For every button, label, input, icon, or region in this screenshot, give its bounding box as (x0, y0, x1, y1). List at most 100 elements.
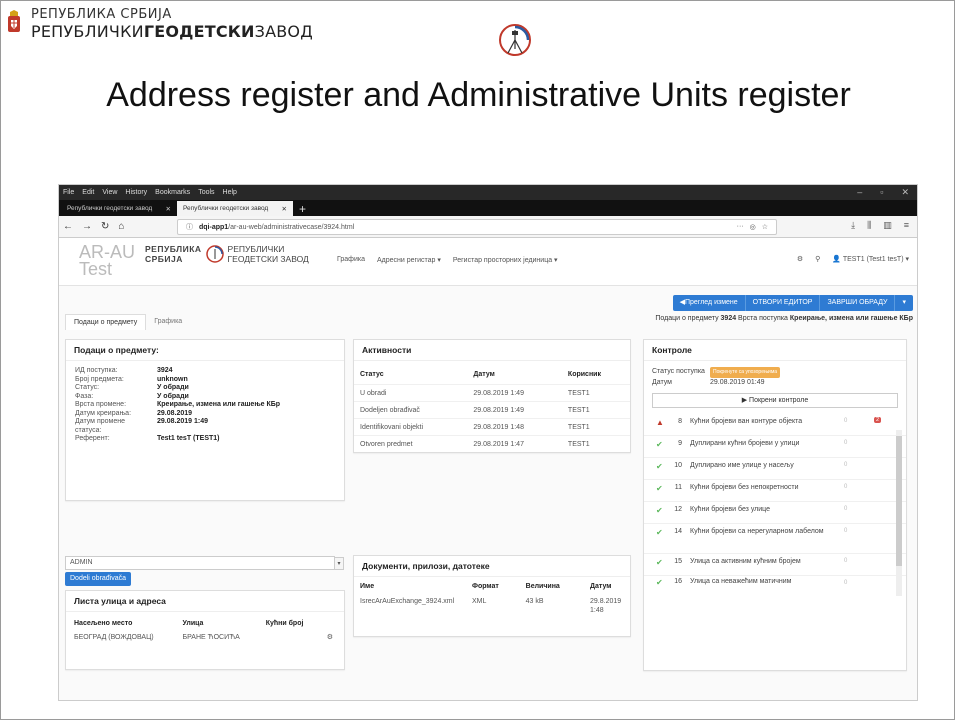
streets-table: Насељено место Улица Кућни број БЕОГРАД … (66, 612, 344, 644)
controls-panel-title: Контроле (644, 340, 906, 361)
table-row[interactable]: БЕОГРАД (ВОЖДОВАЦ) БРАНЕ ЋОСИЋА ⚙ (66, 630, 344, 644)
browser-tab-active[interactable]: Републички геодетски завод ✕ (177, 201, 293, 216)
table-row: U obradi 29.08.2019 1:49 TEST1 (354, 384, 630, 402)
home-icon[interactable]: ⌂ (118, 221, 124, 232)
scrollbar-thumb[interactable] (896, 436, 902, 566)
warning-icon: ▲ (656, 418, 664, 427)
column-header: Формат (472, 583, 499, 590)
user-menu[interactable]: 👤 TEST1 (Test1 tesT) ▾ (832, 255, 909, 263)
browser-tab[interactable]: Републички геодетски завод ✕ (61, 201, 177, 216)
edit-gear-icon[interactable]: ⚙ (319, 630, 344, 644)
nav-spatial-units-register[interactable]: Регистар просторних јединица ▾ (453, 256, 558, 264)
documents-panel: Документи, прилози, датотеке Име Формат … (353, 555, 631, 637)
control-row[interactable]: ✔ 11 Кућни бројеви без непокретности 0 (644, 480, 906, 502)
check-icon: ✔ (656, 578, 663, 586)
info-icon[interactable]: ⓘ (186, 222, 193, 232)
browser-menubar: File Edit View History Bookmarks Tools H… (59, 185, 917, 200)
assignee-select[interactable]: ADMIN ▾ (65, 556, 344, 570)
control-row[interactable]: ✔ 12 Кућни бројеви без улице 0 (644, 502, 906, 524)
controls-date-row: Датум 29.08.2019 01:49 (652, 379, 765, 386)
pocket-icon[interactable]: ◎ (750, 223, 756, 231)
org-line1: РЕПУБЛИКА СРБИЈА (31, 7, 172, 22)
library-icon[interactable]: ⫼ (867, 220, 871, 231)
subject-row: Фаза: У обради (75, 392, 189, 400)
subject-row: Врста промене: Креирање, измена или гашењ… (75, 401, 281, 408)
slide-title: Address register and Administrative Unit… (106, 76, 851, 114)
back-icon[interactable]: ← (63, 221, 73, 232)
sidebar-icon[interactable]: ▥ (883, 220, 892, 231)
controls-panel: Контроле Статус поступка Покренуте са упо… (643, 339, 907, 671)
streets-panel-title: Листа улица и адреса (66, 591, 344, 612)
app-header: AR-AU Test РЕПУБЛИКА СРБИЈА РЕПУБЛИЧКИ Г… (59, 238, 917, 286)
nav-graphics[interactable]: Графика (337, 256, 365, 264)
check-icon: ✔ (656, 484, 663, 493)
browser-screenshot: File Edit View History Bookmarks Tools H… (59, 185, 917, 700)
new-tab-icon[interactable]: + (293, 202, 312, 216)
menu-tools[interactable]: Tools (198, 189, 214, 196)
top-nav: Графика Адресни регистар ▾ Регистар прос… (337, 256, 558, 264)
settings-icon[interactable]: ⚙ (797, 255, 803, 263)
tab-graphics[interactable]: Графика (146, 314, 190, 330)
rgz-app-logo: РЕПУБЛИКА СРБИЈА РЕПУБЛИЧКИ ГЕОДЕТСКИ ЗА… (145, 244, 309, 264)
controls-scrollbar[interactable] (896, 430, 902, 596)
slide: РЕПУБЛИКА СРБИЈА РЕПУБЛИЧКИГЕОДЕТСКИЗАВО… (0, 0, 955, 720)
open-editor-button[interactable]: ОТВОРИ ЕДИТОР (746, 295, 821, 311)
error-count-badge: 2 (874, 417, 882, 423)
control-row[interactable]: ✔ 14 Кућни бројеви са нерегуларном лабелом… (644, 524, 906, 554)
table-row: Otvoren predmet 29.08.2019 1:47 TEST1 (354, 435, 630, 453)
page-actions-icon[interactable]: ··· (737, 223, 744, 231)
tab-close-icon[interactable]: ✕ (166, 205, 171, 213)
menu-help[interactable]: Help (223, 189, 237, 196)
assign-processor-button[interactable]: Dodeli obrađivača (65, 572, 132, 586)
user-icon: 👤 (832, 256, 842, 263)
subject-row: Референт: Test1 tesT (TEST1) (75, 435, 220, 442)
more-actions-button[interactable]: ▾ (895, 295, 913, 311)
control-row[interactable]: ✔ 15 Улица са активним кућним бројем 0 (644, 554, 906, 576)
menu-hamburger-icon[interactable]: ≡ (904, 220, 909, 231)
check-icon: ✔ (656, 558, 663, 567)
menu-view[interactable]: View (102, 189, 117, 196)
url-bar[interactable]: ⓘ dqi-app1/ar-au-web/administrativecase/… (177, 219, 777, 235)
control-row[interactable]: ✔ 16 Улица са неважећим матичним 0 (644, 576, 906, 586)
check-icon: ✔ (656, 462, 663, 471)
run-controls-button[interactable]: ▶ Покрени контроле (652, 393, 898, 408)
coat-of-arms-icon (8, 10, 20, 32)
column-header: Корисник (567, 371, 601, 378)
forward-icon[interactable]: → (82, 221, 92, 232)
bookmark-star-icon[interactable]: ☆ (762, 223, 768, 231)
subject-row: Датум креирања: 29.08.2019 (75, 409, 193, 417)
download-icon[interactable]: ⤓ (851, 220, 855, 231)
nav-address-register[interactable]: Адресни регистар ▾ (377, 256, 441, 264)
document-link[interactable]: IsrecArAuExchange_3924.xml (354, 594, 466, 618)
chevron-down-icon[interactable]: ▾ (334, 557, 344, 570)
close-icon[interactable]: ✕ (901, 187, 909, 198)
menu-history[interactable]: History (125, 189, 147, 196)
documents-table: Име Формат Величина Датум IsrecArAuExcha… (354, 577, 630, 618)
tab-close-icon[interactable]: ✕ (282, 205, 287, 213)
check-icon: ✔ (656, 528, 663, 537)
subject-row: статуса: (75, 426, 102, 434)
preview-changes-button[interactable]: ◀Преглед измене (673, 295, 746, 311)
control-row[interactable]: ✔ 10 Дуплирано име улице у насељу 0 (644, 458, 906, 480)
check-icon: ✔ (656, 506, 663, 515)
tab-subject-data[interactable]: Подаци о предмету (65, 314, 147, 330)
column-header: Улица (182, 620, 204, 627)
column-header: Статус (360, 371, 384, 378)
activities-panel-title: Активности (354, 340, 630, 361)
control-row[interactable]: ▲ 8 Кућни бројеви ван контуре објекта 0 2 (644, 414, 906, 436)
control-row[interactable]: ✔ 9 Дуплирани кућни бројеви у улици 0 (644, 436, 906, 458)
menu-file[interactable]: File (63, 189, 74, 196)
activities-table: Статус Датум Корисник U obradi 29.08.2019… (354, 361, 630, 453)
menu-edit[interactable]: Edit (82, 189, 94, 196)
rgz-header-logo: РЕПУБЛИКА СРБИЈА РЕПУБЛИЧКИГЕОДЕТСКИЗАВО… (7, 7, 313, 41)
controls-status-row: Статус поступка Покренуте са упозорењима (644, 367, 906, 378)
geodetic-logo-icon (499, 24, 531, 56)
search-icon[interactable]: ⚲ (815, 255, 820, 263)
streets-panel: Листа улица и адреса Насељено место Улиц… (65, 590, 345, 670)
table-row[interactable]: IsrecArAuExchange_3924.xml XML 43 kB 29.… (354, 594, 630, 618)
minimize-icon[interactable]: – (857, 187, 862, 198)
maximize-icon[interactable]: ▫ (880, 187, 883, 198)
reload-icon[interactable]: ↻ (101, 221, 109, 232)
finish-processing-button[interactable]: ЗАВРШИ ОБРАДУ (820, 295, 896, 311)
menu-bookmarks[interactable]: Bookmarks (155, 189, 190, 196)
